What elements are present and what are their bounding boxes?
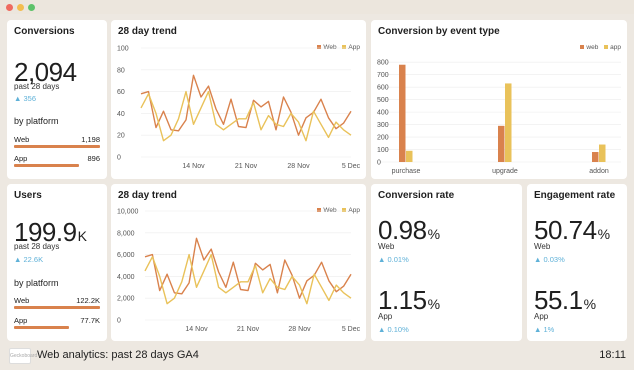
y-tick-label: 6,000 (117, 252, 135, 259)
event-type-chart: 0 100 200 300 400 500 600 700 800 purchase upgrade… (377, 60, 621, 175)
x-tick-label: 5 Dec (342, 326, 361, 333)
clock: 18:11 (599, 349, 626, 361)
engagement-rate-title: Engagement rate (534, 190, 616, 201)
y-tick-label: 4,000 (117, 274, 135, 281)
bar-app-upgrade (505, 83, 512, 162)
conversions-by-platform-label: by platform (14, 116, 59, 126)
window-titlebar (0, 0, 634, 14)
x-tick-label: 14 Nov (185, 326, 208, 333)
conversions-title: Conversions (14, 26, 75, 37)
series-line-web (140, 74, 352, 136)
users-card: Users 199.9K past 28 days ▲ 22.6K by pla… (7, 184, 107, 341)
users-title: Users (14, 190, 42, 201)
users-app-bar (14, 326, 70, 329)
y-tick-label: 800 (377, 60, 389, 67)
y-tick-label: 400 (377, 110, 389, 117)
users-value-unit: K (77, 228, 87, 244)
bar-app-purchase (406, 150, 413, 162)
y-tick-label: 500 (377, 97, 389, 104)
y-tick-label: 0 (377, 160, 381, 167)
event-type-card: Conversion by event type web app 0 100 200… (371, 20, 627, 179)
engagement-rate-web-number: 50.74 (534, 215, 597, 245)
bar-app-addon (599, 144, 606, 162)
conversion-rate-web-label: Web (378, 242, 395, 251)
engagement-rate-app-label: App (534, 312, 549, 321)
x-tick-label: addon (589, 168, 609, 175)
y-tick-label: 300 (377, 122, 389, 129)
conversion-rate-web-delta: ▲ 0.01% (378, 255, 409, 264)
conversions-web-label: Web (14, 135, 30, 144)
engagement-rate-web-label: Web (534, 242, 551, 251)
y-tick-label: 80 (117, 67, 125, 74)
x-tick-label: purchase (392, 168, 421, 175)
users-app-value: 77.7K (80, 316, 100, 325)
dashboard-footer: Geckoboard Web analytics: past 28 days G… (0, 344, 634, 370)
conversion-rate-app-number: 1.15 (378, 285, 427, 315)
x-tick-label: upgrade (492, 168, 518, 175)
x-tick-label: 28 Nov (288, 326, 311, 333)
y-tick-label: 0 (117, 318, 121, 325)
conversion-rate-title: Conversion rate (378, 190, 455, 201)
x-tick-label: 21 Nov (237, 326, 260, 333)
users-delta: ▲ 22.6K (14, 255, 44, 264)
y-tick-label: 100 (377, 147, 389, 154)
conversions-web-bar (14, 145, 100, 148)
y-tick-label: 600 (377, 85, 389, 92)
engagement-rate-app-unit: % (583, 296, 596, 312)
conversion-rate-card: Conversion rate 0.98% Web ▲ 0.01% 1.15% … (371, 184, 522, 341)
conversion-rate-app-delta: ▲ 0.10% (378, 325, 409, 334)
bar-web-purchase (399, 64, 406, 162)
users-period: past 28 days (14, 242, 60, 251)
bar-web-upgrade (498, 125, 505, 162)
x-tick-label: 5 Dec (342, 163, 361, 170)
x-tick-label: 28 Nov (287, 163, 310, 170)
y-tick-label: 100 (117, 46, 129, 53)
y-tick-label: 700 (377, 72, 389, 79)
series-line-app (144, 253, 352, 305)
y-tick-label: 40 (117, 111, 125, 118)
y-tick-label: 60 (117, 89, 125, 96)
engagement-rate-web-unit: % (597, 226, 610, 242)
conversion-rate-web-unit: % (427, 226, 440, 242)
bar-web-addon (592, 152, 599, 162)
trend-chart-users: 0 2,000 4,000 6,000 8,000 10,000 14 Nov 21 Nov 2… (117, 209, 361, 334)
maximize-window-button[interactable] (28, 4, 35, 11)
users-by-platform-label: by platform (14, 278, 59, 288)
conversions-app-label: App (14, 154, 28, 163)
conversions-app-bar (14, 164, 79, 167)
engagement-rate-app-number: 55.1 (534, 285, 583, 315)
y-tick-label: 2,000 (117, 296, 135, 303)
brand-logo: Geckoboard (9, 348, 37, 364)
y-tick-label: 8,000 (117, 230, 135, 237)
conversion-rate-app-label: App (378, 312, 393, 321)
engagement-rate-web-delta: ▲ 0.03% (534, 255, 565, 264)
series-line-web (144, 237, 352, 299)
x-tick-label: 14 Nov (182, 163, 205, 170)
conversion-rate-web-number: 0.98 (378, 215, 427, 245)
conversions-card: Conversions 2,094 past 28 days ▲ 356 by … (7, 20, 107, 179)
x-tick-label: 21 Nov (235, 163, 258, 170)
engagement-rate-app-delta: ▲ 1% (534, 325, 555, 334)
y-tick-label: 0 (117, 155, 121, 162)
engagement-rate-card: Engagement rate 50.74% Web ▲ 0.03% 55.1%… (527, 184, 627, 341)
users-web-value: 122.2K (76, 296, 100, 305)
conversions-delta: ▲ 356 (14, 94, 37, 103)
conversions-app-value: 896 (87, 154, 100, 163)
conversions-period: past 28 days (14, 82, 60, 91)
y-tick-label: 10,000 (117, 209, 139, 216)
trend-chart-conversions: 0 20 40 60 80 100 14 Nov 21 Nov 28 Nov 5 Dec (117, 46, 361, 171)
trend-card-users: 28 day trend Web App 0 2,000 4,000 6,000 8,0… (111, 184, 366, 341)
users-web-label: Web (14, 296, 30, 305)
series-line-app (140, 90, 352, 142)
users-web-bar (14, 306, 100, 309)
conversions-web-value: 1,198 (81, 135, 100, 144)
y-tick-label: 200 (377, 135, 389, 142)
y-tick-label: 20 (117, 133, 125, 140)
minimize-window-button[interactable] (17, 4, 24, 11)
dashboard-title: Web analytics: past 28 days GA4 (37, 349, 199, 361)
trend-card-conversions: 28 day trend Web App 0 20 40 60 80 100 14 Nov 2… (111, 20, 366, 179)
users-app-label: App (14, 316, 28, 325)
close-window-button[interactable] (6, 4, 13, 11)
conversion-rate-app-unit: % (427, 296, 440, 312)
